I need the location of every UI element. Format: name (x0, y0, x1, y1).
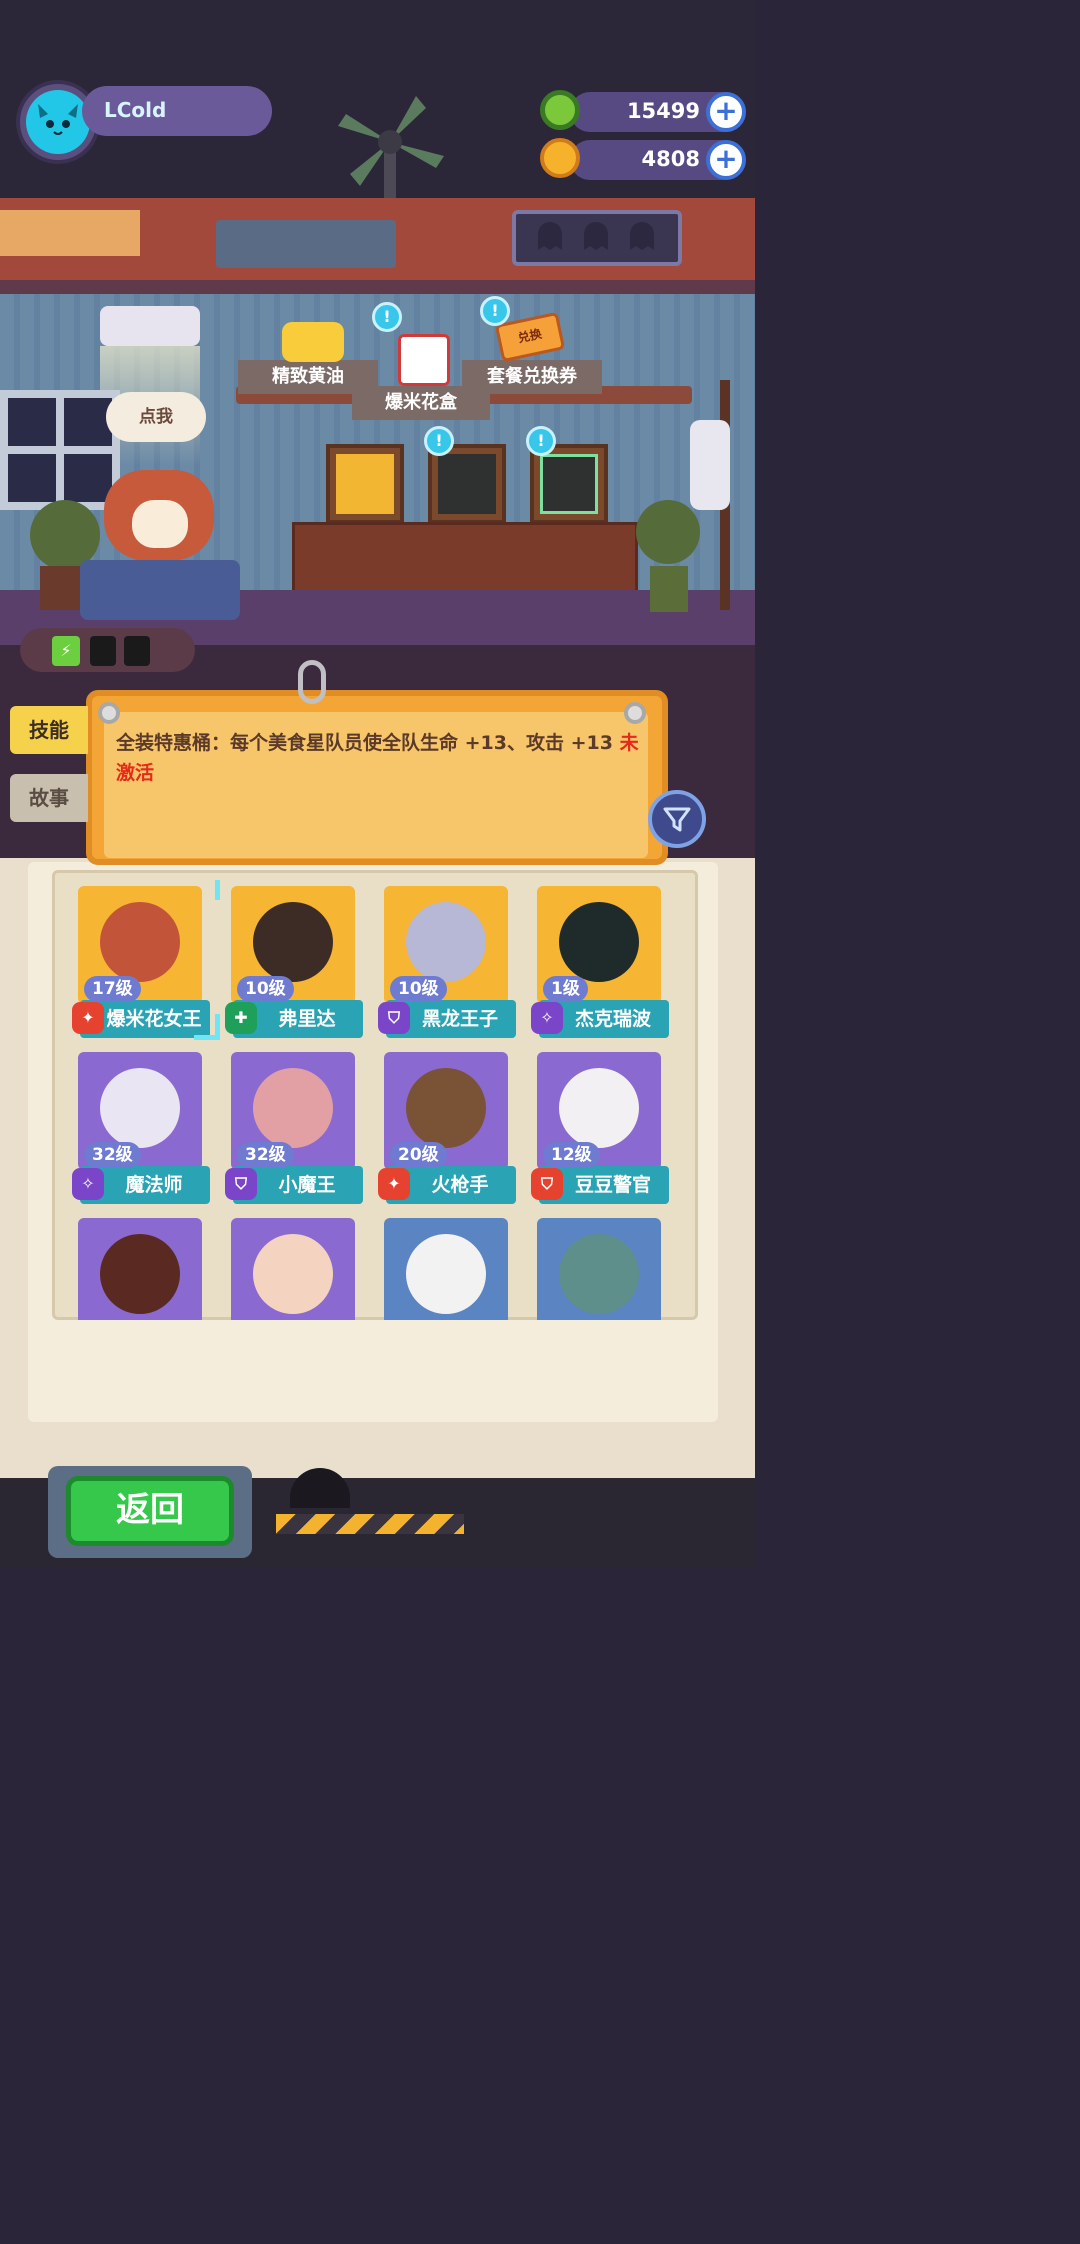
info-icon[interactable]: ! (526, 426, 556, 456)
tab-skills[interactable]: 技能 (10, 706, 88, 754)
character-level: 17级 (84, 976, 141, 1002)
character-seat (80, 560, 240, 620)
popcorn-box-item[interactable] (398, 334, 450, 386)
character-portrait (559, 1068, 639, 1148)
character-card[interactable]: 爆米花女王 17级 ✦ (70, 880, 220, 1040)
character-card[interactable]: 杰克瑞波 1级 ✧ (529, 880, 669, 1038)
set-bonus-text: 全装特惠桶：每个美食星队员使全队生命 +13、攻击 +13 未激活 (116, 728, 640, 788)
character-portrait (253, 902, 333, 982)
character-portrait (100, 1068, 180, 1148)
info-icon[interactable]: ! (480, 296, 510, 326)
photo-frame-locked[interactable] (530, 444, 608, 524)
hazard-stripe (276, 1514, 464, 1534)
tap-me-bubble[interactable]: 点我 (106, 392, 206, 442)
magic-role-icon: ✧ (531, 1002, 563, 1034)
planet-coin-icon (540, 138, 580, 178)
character-portrait (406, 902, 486, 982)
defense-role-icon: ⛉ (531, 1168, 563, 1200)
character-portrait (100, 902, 180, 982)
character-card[interactable]: 弗里达 10级 ✚ (223, 880, 363, 1038)
character-portrait (559, 1234, 639, 1314)
character-level: 32级 (84, 1142, 141, 1168)
character-portrait (406, 1068, 486, 1148)
battery-icon: ⚡ (52, 636, 80, 666)
fan-icon (338, 96, 444, 206)
paperclip-icon (298, 660, 326, 704)
radio-device (216, 220, 396, 268)
heal-role-icon: ✚ (225, 1002, 257, 1034)
pin-icon (624, 702, 646, 724)
add-currency-button[interactable]: + (706, 140, 746, 180)
battery-empty-icon (124, 636, 150, 666)
attack-role-icon: ✦ (378, 1168, 410, 1200)
back-button[interactable]: 返回 (66, 1476, 234, 1546)
battery-empty-icon (90, 636, 116, 666)
info-icon[interactable]: ! (424, 426, 454, 456)
tab-story[interactable]: 故事 (10, 774, 88, 822)
character-level: 10级 (237, 976, 294, 1002)
ghost-icon (538, 222, 654, 250)
selection-corner (70, 880, 88, 900)
vent-panel (0, 210, 140, 256)
item-label-combo-ticket[interactable]: 套餐兑换券 (462, 360, 602, 394)
character-portrait (559, 902, 639, 982)
character-level: 12级 (543, 1142, 600, 1168)
player-name: LCold (104, 98, 167, 122)
character-card[interactable] (223, 1212, 363, 1320)
character-card[interactable]: 小魔王 32级 ⛉ (223, 1046, 363, 1204)
character-level: 10级 (390, 976, 447, 1002)
shelf-strip (0, 280, 755, 294)
plant-pot (650, 566, 688, 612)
character-portrait (253, 1234, 333, 1314)
character-face (132, 500, 188, 548)
avatar[interactable] (26, 90, 90, 154)
projector (100, 306, 200, 346)
selection-corner (194, 880, 220, 900)
cat-face-icon (38, 104, 78, 135)
filter-icon (663, 807, 691, 832)
character-card[interactable]: 黑龙王子 10级 ⛉ (376, 880, 516, 1038)
character-card[interactable] (529, 1212, 669, 1320)
currency-value: 4808 (641, 147, 700, 171)
character-portrait (100, 1234, 180, 1314)
character-card[interactable]: 魔法师 32级 ✧ (70, 1046, 210, 1204)
character-card[interactable]: 豆豆警官 12级 ⛉ (529, 1046, 669, 1204)
defense-role-icon: ⛉ (225, 1168, 257, 1200)
character-portrait (253, 1068, 333, 1148)
character-level: 20级 (390, 1142, 447, 1168)
currency-value: 15499 (626, 99, 700, 123)
character-card[interactable]: 火枪手 20级 ✦ (376, 1046, 516, 1204)
attack-role-icon: ✦ (72, 1002, 104, 1034)
hanging-coat (690, 420, 730, 510)
info-icon[interactable]: ! (372, 302, 402, 332)
character-list: 爆米花女王 17级 ✦ 弗里达 10级 ✚ 黑龙王子 10级 ⛉ 杰克瑞波 1级… (70, 880, 690, 1320)
add-currency-button[interactable]: + (706, 92, 746, 132)
set-bonus-description: 全装特惠桶：每个美食星队员使全队生命 +13、攻击 +13 (116, 732, 613, 754)
character-card[interactable] (376, 1212, 516, 1320)
character-card[interactable] (70, 1212, 210, 1320)
filter-button[interactable] (648, 790, 706, 848)
photo-frame[interactable] (326, 444, 404, 524)
ghost-panel (512, 210, 682, 266)
character-level: 32级 (237, 1142, 294, 1168)
character-level: 1级 (543, 976, 588, 1002)
skull-portrait (406, 1234, 486, 1314)
donut-coin-icon (540, 90, 580, 130)
photo-frame-locked[interactable] (428, 444, 506, 524)
magic-role-icon: ✧ (72, 1168, 104, 1200)
butter-item[interactable] (282, 322, 344, 362)
selection-corner (194, 1014, 220, 1040)
window (0, 390, 120, 510)
plant (636, 500, 700, 564)
pin-icon (98, 702, 120, 724)
defense-role-icon: ⛉ (378, 1002, 410, 1034)
